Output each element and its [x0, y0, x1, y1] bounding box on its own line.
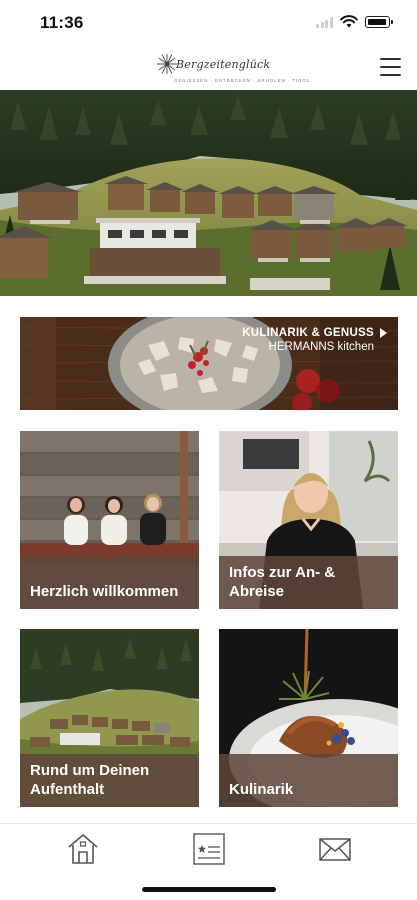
tile-label: Rund um Deinen Aufenthalt: [30, 762, 150, 798]
status-bar: 11:36: [0, 0, 417, 44]
tile-infos-an-abreise[interactable]: Infos zur An- & Abreise: [219, 431, 398, 609]
status-time: 11:36: [40, 13, 84, 32]
tile-kulinarik[interactable]: Kulinarik: [219, 629, 398, 807]
chevron-right-icon: [380, 328, 387, 338]
tile-label: Infos zur An- & Abreise: [229, 564, 336, 600]
hero-image: [0, 90, 417, 296]
banner-subtitle: HERMANNS kitchen: [268, 341, 374, 353]
tile-label: Kulinarik: [229, 781, 294, 798]
tile-caption: Herzlich willkommen: [20, 556, 199, 609]
tile-caption: Rund um Deinen Aufenthalt: [20, 754, 199, 807]
wifi-icon: [340, 15, 358, 28]
brand-logo[interactable]: Bergzeitenglück GENIESSEN · ENTDECKEN · …: [156, 52, 309, 88]
tile-label: Herzlich willkommen: [30, 583, 179, 600]
hamburger-menu-icon[interactable]: [380, 58, 402, 76]
house-icon[interactable]: [66, 832, 100, 866]
tile-herzlich-willkommen[interactable]: Herzlich willkommen: [20, 431, 199, 609]
home-indicator[interactable]: [142, 887, 276, 892]
kulinarik-banner[interactable]: KULINARIK & GENUSS HERMANNS kitchen: [20, 317, 398, 410]
tile-caption: Kulinarik: [219, 754, 398, 807]
battery-icon: [365, 16, 393, 28]
banner-title: KULINARIK & GENUSS: [242, 327, 374, 339]
flower-icon: [157, 54, 177, 74]
app-header: Bergzeitenglück GENIESSEN · ENTDECKEN · …: [0, 44, 417, 90]
guest-card-icon[interactable]: [192, 832, 226, 866]
logo-tagline: GENIESSEN · ENTDECKEN · ERHOLEN · TIROL: [174, 78, 311, 83]
cellular-signal-icon: [316, 17, 333, 28]
envelope-icon[interactable]: [318, 832, 352, 866]
tile-rund-um-aufenthalt[interactable]: Rund um Deinen Aufenthalt: [20, 629, 199, 807]
logo-text: Bergzeitenglück: [176, 58, 271, 71]
tile-caption: Infos zur An- & Abreise: [219, 556, 398, 609]
